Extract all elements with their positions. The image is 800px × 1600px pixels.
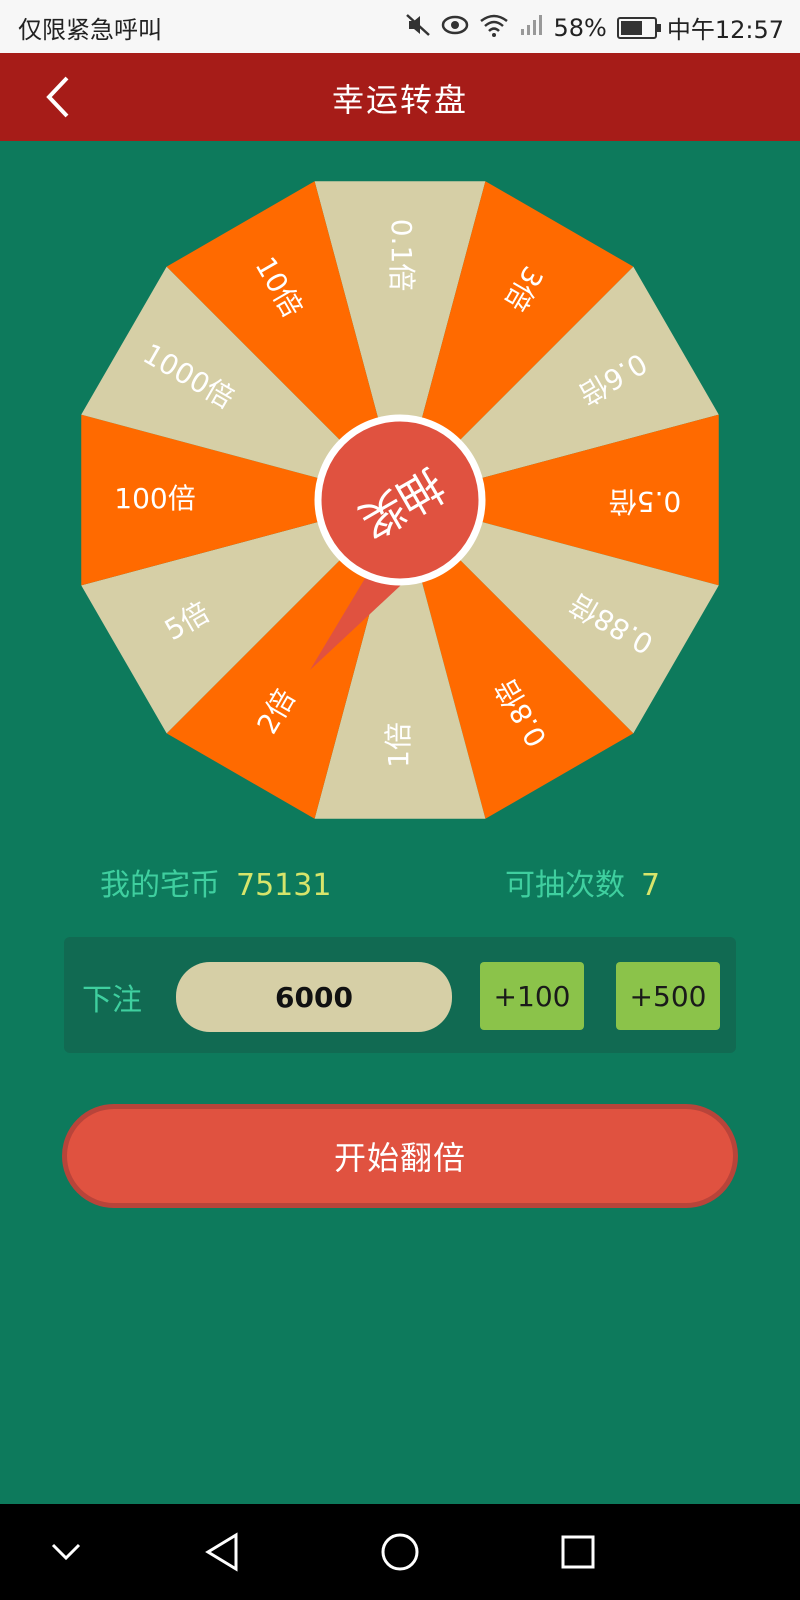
wheel-segment-label: 100倍	[114, 482, 195, 515]
eye-icon	[441, 14, 469, 42]
draws-value: 7	[641, 868, 661, 903]
emergency-call-text: 仅限紧急呼叫	[18, 16, 162, 44]
wheel-segment-label: 0.5倍	[609, 485, 682, 518]
battery-percent: 58%	[553, 13, 607, 42]
prize-wheel: 0.1倍 3倍 0.6倍 0.5倍 0.88倍 0.8倍 1倍 2倍 5倍 100倍 1000倍 10…	[70, 170, 730, 830]
nav-home-button[interactable]	[370, 1522, 430, 1582]
add-100-button[interactable]: +100	[480, 962, 584, 1030]
bet-amount-input[interactable]	[176, 962, 452, 1032]
add-500-button[interactable]: +500	[616, 962, 720, 1030]
battery-icon	[616, 16, 661, 39]
nav-recents-button[interactable]	[548, 1522, 608, 1582]
wifi-icon	[479, 13, 509, 43]
bet-label: 下注	[82, 983, 142, 1018]
mute-icon	[405, 13, 431, 43]
page-title: 幸运转盘	[331, 81, 468, 119]
signal-icon	[519, 13, 543, 43]
draw-button[interactable]: 抽奖	[314, 414, 486, 586]
draws-stat: 可抽次数 7	[505, 860, 660, 904]
circle-home-icon	[381, 1533, 419, 1571]
coins-value: 75131	[236, 868, 332, 903]
start-doubling-button[interactable]: 开始翻倍	[62, 1104, 738, 1208]
system-nav-bar	[0, 1504, 800, 1600]
clock: 中午12:57	[666, 16, 784, 44]
draws-label: 可抽次数	[505, 868, 625, 903]
triangle-back-icon	[205, 1532, 238, 1572]
status-bar: 仅限紧急呼叫 58% 中午12:57	[0, 0, 800, 53]
chevron-down-icon	[51, 1543, 81, 1561]
app-bar: 幸运转盘	[0, 53, 800, 141]
stats-row: 我的宅币 75131 可抽次数 7	[0, 860, 800, 903]
coins-label: 我的宅币	[100, 868, 220, 903]
square-recents-icon	[561, 1535, 595, 1569]
wheel-segment-label: 1倍	[382, 722, 415, 768]
nav-back-button[interactable]	[192, 1522, 252, 1582]
bet-panel: 下注 +100 +500	[64, 937, 736, 1053]
nav-hide-button[interactable]	[36, 1522, 96, 1582]
coins-stat: 我的宅币 75131	[100, 860, 331, 904]
status-icons: 58% 中午12:57	[405, 10, 784, 45]
wheel-segment-label: 0.1倍	[385, 219, 418, 292]
